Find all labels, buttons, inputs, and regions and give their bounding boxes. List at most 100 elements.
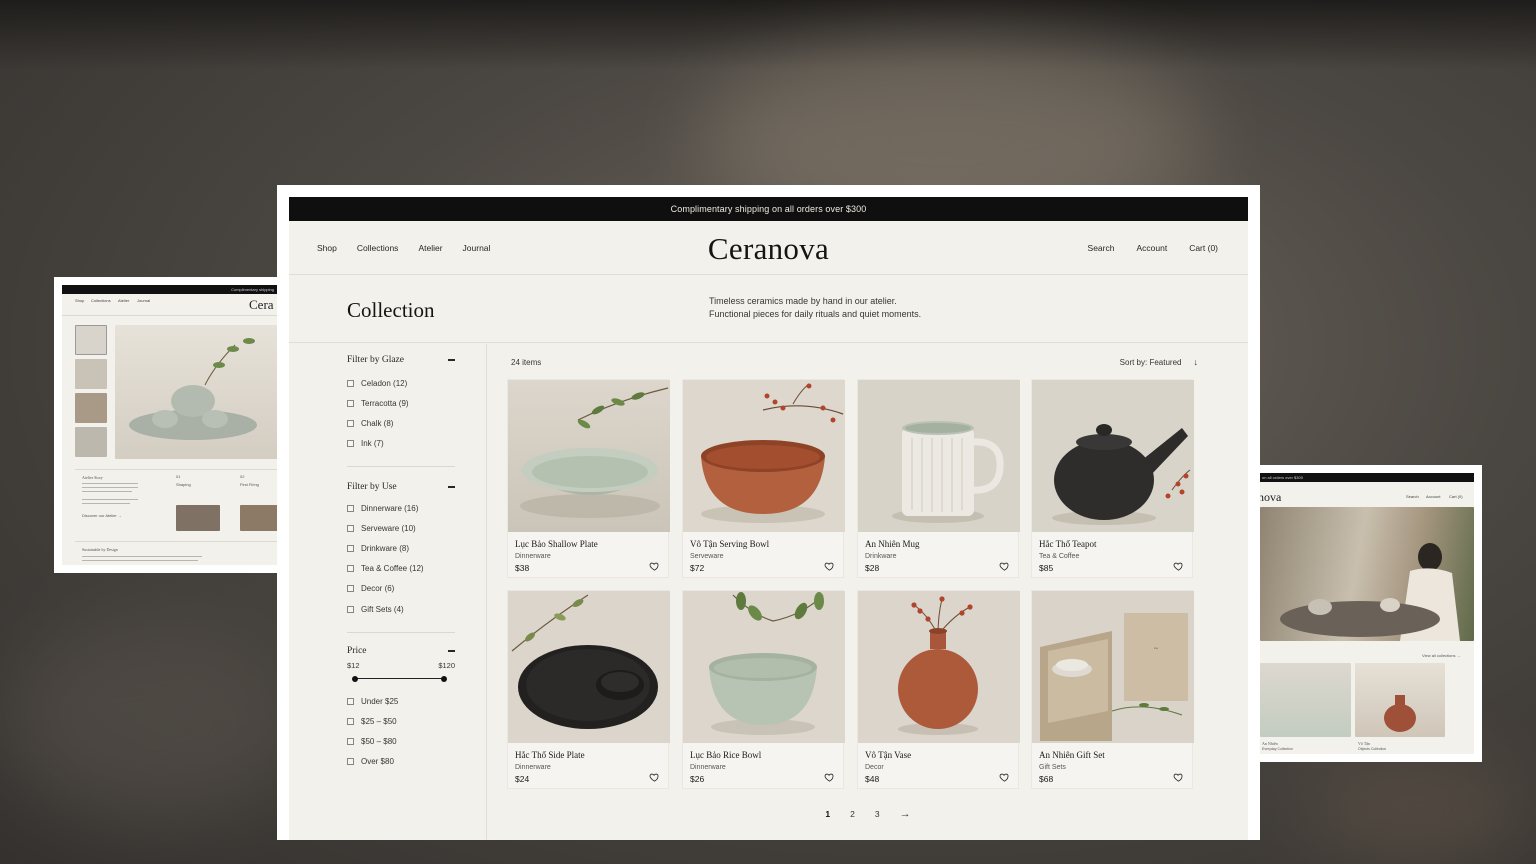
filter-option-terracotta[interactable]: Terracotta (9) [347, 393, 455, 413]
checkbox[interactable] [347, 504, 354, 512]
product-name[interactable]: Lục Bảo Rice Bowl [690, 750, 761, 760]
filter-option-serveware[interactable]: Serveware (10) [347, 518, 455, 538]
site-header: Shop Collections Atelier Journal Ceranov… [289, 221, 1248, 275]
product-card[interactable]: Hắc Thổ Teapot Tea & Coffee $85 [1031, 379, 1194, 578]
next-page-arrow-icon[interactable]: → [900, 808, 911, 820]
mug-icon [858, 380, 1020, 532]
slider-handle-min[interactable] [352, 675, 358, 682]
checkbox[interactable] [347, 585, 354, 593]
filter-option-gift-sets[interactable]: Gift Sets (4) [347, 599, 455, 619]
product-card[interactable]: Vô Tận Vase Decor $48 [857, 590, 1020, 789]
heart-icon[interactable] [1173, 561, 1184, 572]
filter-option-celadon[interactable]: Celadon (12) [347, 373, 455, 393]
filter-option-ink[interactable]: Ink (7) [347, 434, 455, 454]
collapse-icon[interactable] [448, 650, 455, 652]
product-card[interactable]: Lục Bảo Rice Bowl Dinnerware $26 [682, 590, 845, 789]
page-2[interactable]: 2 [850, 809, 855, 819]
checkbox[interactable] [347, 544, 354, 552]
nav-account[interactable]: Account [1136, 243, 1167, 253]
heart-icon[interactable] [999, 772, 1010, 783]
utility-nav: Search Account Cart (0) [1066, 221, 1218, 275]
page-3[interactable]: 3 [875, 809, 880, 819]
product-card[interactable]: Vô Tận Serving Bowl Serveware $72 [682, 379, 845, 578]
product-price: $48 [865, 774, 880, 784]
product-card[interactable]: ~ An Nhiên Gift Set Gift Sets $68 [1031, 590, 1194, 789]
heart-icon[interactable] [1173, 772, 1184, 783]
filter-option-dinnerware[interactable]: Dinnerware (16) [347, 498, 455, 518]
teapot-set-icon [129, 338, 257, 440]
product-card[interactable]: Hắc Thổ Side Plate Dinnerware $24 [507, 590, 670, 789]
filter-option-label: Over $80 [361, 757, 394, 767]
checkbox[interactable] [347, 399, 354, 407]
filter-option-over-80[interactable]: Over $80 [347, 752, 455, 772]
collapse-icon[interactable] [448, 359, 455, 361]
product-category: Gift Sets [1039, 764, 1066, 771]
filter-option-decor[interactable]: Decor (6) [347, 579, 455, 599]
filter-option-50-80[interactable]: $50 – $80 [347, 731, 455, 751]
product-image [1032, 380, 1194, 532]
promo-bar: Complimentary shipping on all orders ove… [289, 197, 1248, 221]
filter-option-chalk[interactable]: Chalk (8) [347, 413, 455, 433]
collection-description: Timeless ceramics made by hand in our at… [709, 295, 921, 321]
product-category: Decor [865, 764, 884, 771]
heart-icon[interactable] [824, 561, 835, 572]
filter-header[interactable]: Filter by Use [347, 480, 455, 494]
product-price: $72 [690, 563, 705, 573]
filter-option-tea-coffee[interactable]: Tea & Coffee (12) [347, 559, 455, 579]
filter-header[interactable]: Price [347, 644, 455, 658]
filter-header[interactable]: Filter by Glaze [347, 353, 455, 367]
preview-collection-sub: Everyday Collection [1262, 747, 1293, 751]
product-price: $28 [865, 563, 880, 573]
collection-hero: Collection Timeless ceramics made by han… [289, 276, 1248, 343]
preview-text-line [82, 483, 138, 484]
product-name[interactable]: An Nhiên Mug [865, 539, 920, 549]
filter-option-label: $50 – $80 [361, 736, 397, 746]
page-1[interactable]: 1 [825, 809, 830, 819]
nav-cart[interactable]: Cart (0) [1189, 243, 1218, 253]
price-slider[interactable] [347, 671, 455, 687]
product-name[interactable]: Vô Tận Serving Bowl [690, 539, 769, 549]
product-card[interactable]: An Nhiên Mug Drinkware $28 [857, 379, 1020, 578]
product-name[interactable]: Vô Tận Vase [865, 750, 911, 760]
preview-step-label: First Firing [240, 482, 259, 487]
backdrop-blur [1300, 760, 1536, 860]
filter-option-drinkware[interactable]: Drinkware (8) [347, 538, 455, 558]
about-page-preview[interactable]: on all orders over $300 nova Search Acco… [1258, 465, 1482, 762]
product-name[interactable]: Hắc Thổ Side Plate [515, 750, 585, 760]
product-image [508, 591, 670, 743]
filter-option-under-25[interactable]: Under $25 [347, 691, 455, 711]
product-name[interactable]: Hắc Thổ Teapot [1039, 539, 1097, 549]
product-card[interactable]: Lục Bảo Shallow Plate Dinnerware $38 [507, 379, 670, 578]
filter-option-label: Celadon (12) [361, 378, 408, 388]
filter-option-25-50[interactable]: $25 – $50 [347, 711, 455, 731]
product-detail-preview[interactable]: Complimentary shipping Shop Collections … [54, 277, 278, 573]
product-category: Serveware [690, 553, 724, 560]
heart-icon[interactable] [649, 772, 660, 783]
sort-dropdown[interactable]: Sort by: Featured ↓ [1120, 357, 1198, 367]
preview-sustain-title: Sustainable by Design [82, 547, 118, 552]
preview-text-line [82, 560, 198, 561]
checkbox[interactable] [347, 717, 354, 725]
collapse-icon[interactable] [448, 486, 455, 488]
heart-icon[interactable] [999, 561, 1010, 572]
checkbox[interactable] [347, 758, 354, 766]
product-name[interactable]: An Nhiên Gift Set [1039, 750, 1105, 760]
checkbox[interactable] [347, 440, 354, 448]
product-category: Dinnerware [690, 764, 726, 771]
nav-search[interactable]: Search [1088, 243, 1115, 253]
checkbox[interactable] [347, 524, 354, 532]
slider-handle-max[interactable] [441, 675, 447, 682]
checkbox[interactable] [347, 379, 354, 387]
preview-text-line [82, 556, 202, 557]
checkbox[interactable] [347, 565, 354, 573]
collection-page-window: Complimentary shipping on all orders ove… [277, 185, 1260, 840]
checkbox[interactable] [347, 419, 354, 427]
teapot-icon [1032, 380, 1194, 532]
heart-icon[interactable] [649, 561, 660, 572]
heart-icon[interactable] [824, 772, 835, 783]
checkbox[interactable] [347, 737, 354, 745]
product-price: $26 [690, 774, 705, 784]
checkbox[interactable] [347, 605, 354, 613]
checkbox[interactable] [347, 697, 354, 705]
product-name[interactable]: Lục Bảo Shallow Plate [515, 539, 598, 549]
